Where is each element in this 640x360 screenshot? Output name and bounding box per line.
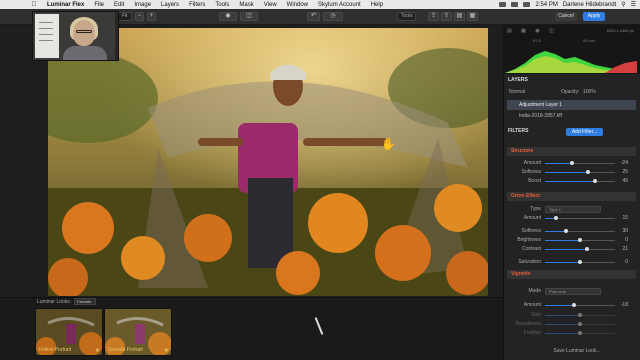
apply-button[interactable]: Apply xyxy=(583,12,605,21)
look-thumb-smooth-portrait[interactable]: Smooth Portrait ★ xyxy=(104,308,172,356)
history-button[interactable]: ◷ xyxy=(323,12,343,21)
layer-name: Adjustment Layer 1 xyxy=(519,102,563,108)
zoom-field[interactable]: Fit xyxy=(118,12,132,21)
apple-icon[interactable]:  xyxy=(26,1,42,8)
menu-file[interactable]: File xyxy=(89,2,109,8)
blend-mode-select[interactable]: Normal xyxy=(509,88,525,96)
presenter-face xyxy=(73,20,95,46)
menu-app[interactable]: Luminar Flex xyxy=(42,2,89,8)
filter-vignette-header[interactable]: Vignette xyxy=(507,270,636,279)
photo-image xyxy=(48,28,488,296)
opacity-value[interactable]: 100% xyxy=(583,88,596,96)
export-button[interactable]: ⇪ xyxy=(428,12,439,21)
file-name: India-2018-2857.tiff xyxy=(519,113,562,119)
favorite-star-icon[interactable]: ★ xyxy=(164,347,169,354)
layers-toggle-button[interactable]: ▤ xyxy=(454,12,465,21)
menu-tools[interactable]: Tools xyxy=(210,2,234,8)
menu-help[interactable]: Help xyxy=(366,2,388,8)
vignette-size-slider[interactable] xyxy=(545,313,615,317)
search-icon[interactable]: ⚲ xyxy=(621,1,625,8)
whiteboard xyxy=(35,14,59,58)
histogram: ▤ ▦ ◉ ◫ 6240 x 4160 px f/2.8 85 mm xyxy=(503,25,640,74)
zoom-out-button[interactable]: − xyxy=(135,12,144,21)
structure-boost-slider[interactable] xyxy=(545,179,615,183)
filter-structure-header[interactable]: Structure xyxy=(507,147,636,156)
filters-toggle-button[interactable]: ▦ xyxy=(467,12,478,21)
layer-adjustment-1[interactable]: Adjustment Layer 1 xyxy=(507,100,636,110)
image-dimensions: 6240 x 4160 px xyxy=(606,28,634,33)
preview-eye-button[interactable]: ◉ xyxy=(219,12,237,21)
looks-title: Luminar Looks: xyxy=(37,299,72,305)
menu-bar:  Luminar Flex File Edit Image Layers Fi… xyxy=(0,0,640,9)
orton-type-select[interactable]: Type 1 xyxy=(545,206,601,213)
webcam-overlay xyxy=(32,11,119,61)
favorite-star-icon[interactable]: ★ xyxy=(95,347,100,354)
looks-category-select[interactable]: Favorite xyxy=(74,298,96,305)
compare-button[interactable]: ◫ xyxy=(240,12,258,21)
add-filter-button[interactable]: Add Filter... xyxy=(566,128,603,136)
photo-canvas[interactable] xyxy=(48,28,488,296)
wifi-icon[interactable] xyxy=(511,2,519,7)
histogram-tools: ▤ ▦ ◉ ◫ xyxy=(507,28,558,34)
save-luminar-look-button[interactable]: Save Luminar Look... xyxy=(548,347,606,356)
orton-softness-slider[interactable] xyxy=(545,229,615,233)
battery-icon[interactable] xyxy=(523,2,531,7)
image-focal-length: 85 mm xyxy=(583,38,596,43)
menu-edit[interactable]: Edit xyxy=(109,2,129,8)
vignette-amount-slider[interactable] xyxy=(545,303,615,307)
orton-saturation-slider[interactable] xyxy=(545,260,615,264)
look-thumb-fellow-portrait[interactable]: Fellow Portrait ★ xyxy=(35,308,103,356)
vignette-feather-slider[interactable] xyxy=(545,331,615,335)
histogram-graph xyxy=(505,51,637,73)
orton-contrast-slider[interactable] xyxy=(545,247,615,251)
menu-image[interactable]: Image xyxy=(129,2,156,8)
status-icon[interactable] xyxy=(499,2,507,7)
orton-amount-slider[interactable] xyxy=(545,216,615,220)
cancel-button[interactable]: Cancel xyxy=(555,12,577,21)
structure-amount-slider[interactable] xyxy=(545,161,615,165)
menu-mask[interactable]: Mask xyxy=(234,2,258,8)
zoom-in-button[interactable]: + xyxy=(147,12,156,21)
structure-softness-slider[interactable] xyxy=(545,170,615,174)
clock[interactable]: 2:54 PM xyxy=(535,2,557,8)
vignette-mode-select[interactable]: Post crop xyxy=(545,288,601,295)
opacity-label: Opacity: xyxy=(561,89,580,95)
status-area: 2:54 PM Darlene Hildebrandt ⚲ ☰ xyxy=(499,0,636,9)
layer-image-file[interactable]: India-2018-2857.tiff xyxy=(507,112,636,121)
menu-skylum-account[interactable]: Skylum Account xyxy=(313,2,366,8)
user-name[interactable]: Darlene Hildebrandt xyxy=(563,2,616,8)
image-aperture: f/2.8 xyxy=(533,38,541,43)
share-button[interactable]: ⇧ xyxy=(441,12,452,21)
hand-cursor-icon: ✋ xyxy=(381,137,396,151)
layers-controls-row: Normal Opacity: 100% xyxy=(503,88,640,96)
orton-brightness-slider[interactable] xyxy=(545,238,615,242)
menu-layers[interactable]: Layers xyxy=(156,2,184,8)
layers-header[interactable]: LAYERS xyxy=(503,76,640,85)
menu-list-icon[interactable]: ☰ xyxy=(631,1,636,8)
tools-dropdown[interactable]: Tools xyxy=(397,12,416,21)
menu-view[interactable]: View xyxy=(259,2,282,8)
filter-orton-header[interactable]: Orton Effect xyxy=(507,192,636,201)
vignette-roundness-slider[interactable] xyxy=(545,322,615,326)
menu-window[interactable]: Window xyxy=(282,2,313,8)
menu-filters[interactable]: Filters xyxy=(184,2,210,8)
undo-button[interactable]: ↶ xyxy=(307,12,320,21)
